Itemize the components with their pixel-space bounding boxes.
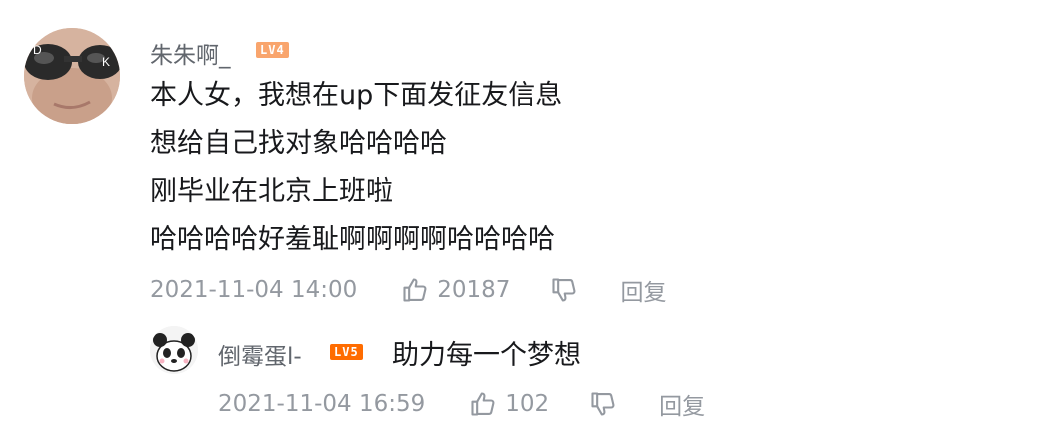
svg-text:K: K xyxy=(102,55,110,69)
commenter-avatar[interactable]: D K xyxy=(24,28,120,124)
commenter-username[interactable]: 朱朱啊_ xyxy=(150,36,231,70)
reply-content: 助力每一个梦想 xyxy=(392,340,581,371)
level-badge: LV5 xyxy=(330,344,363,360)
reply-timestamp: 2021-11-04 16:59 xyxy=(218,391,426,417)
like-count: 102 xyxy=(505,391,550,417)
reply-button[interactable]: 回复 xyxy=(659,387,705,421)
comment-line: 哈哈哈哈好羞耻啊啊啊啊哈哈哈哈 xyxy=(150,224,555,255)
comment-meta: 2021-11-04 14:00 20187 回复 xyxy=(150,273,666,307)
dislike-button[interactable] xyxy=(550,276,578,304)
like-button[interactable]: 20187 xyxy=(401,276,510,304)
comment-line: 想给自己找对象哈哈哈哈 xyxy=(150,128,447,159)
comment-content: 本人女，我想在up下面发征友信息 想给自己找对象哈哈哈哈 刚毕业在北京上班啦 哈… xyxy=(150,72,562,264)
thumbs-down-icon xyxy=(550,276,578,304)
like-button[interactable]: 102 xyxy=(469,390,549,418)
thumbs-up-icon xyxy=(401,276,429,304)
reply-avatar[interactable] xyxy=(150,326,198,374)
thumbs-down-icon xyxy=(589,390,617,418)
like-count: 20187 xyxy=(437,277,511,303)
dislike-button[interactable] xyxy=(589,390,617,418)
comment-line: 本人女，我想在up下面发征友信息 xyxy=(150,80,563,111)
reply-username[interactable]: 倒霉蛋l- xyxy=(218,337,302,371)
reply-button[interactable]: 回复 xyxy=(620,273,666,307)
reply-meta: 2021-11-04 16:59 102 回复 xyxy=(218,387,705,421)
level-badge: LV4 xyxy=(256,42,289,58)
svg-text:D: D xyxy=(33,43,42,57)
comment-line: 刚毕业在北京上班啦 xyxy=(150,176,393,207)
comment-timestamp: 2021-11-04 14:00 xyxy=(150,277,358,303)
thumbs-up-icon xyxy=(469,390,497,418)
